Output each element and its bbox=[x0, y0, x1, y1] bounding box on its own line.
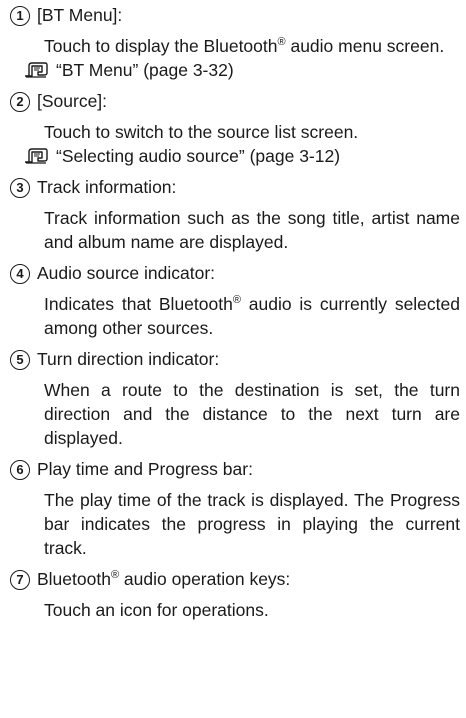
item-label: Audio source indicator: bbox=[37, 263, 216, 283]
page-reference[interactable]: “Selecting audio source” (page 3-12) bbox=[24, 144, 460, 168]
description-text: Touch to switch to the source list scree… bbox=[44, 122, 359, 142]
item-number-badge: 5 bbox=[10, 349, 30, 370]
item-description: Touch to switch to the source list scree… bbox=[44, 120, 460, 144]
manual-page: 1 [BT Menu]: Touch to display the Blueto… bbox=[0, 0, 466, 718]
item-number-badge: 1 bbox=[10, 5, 30, 26]
reference-text[interactable]: “BT Menu” (page 3-32) bbox=[56, 58, 234, 82]
item-heading: 7 Bluetooth® audio operation keys: bbox=[10, 566, 460, 593]
item-heading: 1 [BT Menu]: bbox=[10, 2, 460, 29]
label-text: audio operation keys: bbox=[119, 569, 291, 589]
reference-hand-icon bbox=[25, 62, 48, 78]
item-label: [BT Menu]: bbox=[37, 5, 123, 25]
item-number-badge: 2 bbox=[10, 91, 30, 112]
registered-mark: ® bbox=[277, 36, 286, 49]
item-label: Turn direction indicator: bbox=[37, 349, 220, 369]
list-item-bt-menu: 1 [BT Menu]: Touch to display the Blueto… bbox=[10, 2, 460, 82]
item-heading: 6 Play time and Progress bar: bbox=[10, 456, 460, 483]
item-heading: 4 Audio source indicator: bbox=[10, 260, 460, 287]
item-description: Touch an icon for operations. bbox=[44, 598, 460, 622]
item-description: Touch to display the Bluetooth® audio me… bbox=[44, 34, 460, 58]
item-description: Indicates that Bluetooth® audio is curre… bbox=[44, 292, 460, 340]
item-heading: 5 Turn direction indicator: bbox=[10, 346, 460, 373]
description-text: The play time of the track is displayed.… bbox=[44, 490, 460, 558]
item-number-badge: 7 bbox=[10, 569, 30, 590]
registered-mark: ® bbox=[110, 569, 120, 582]
reference-hand-icon bbox=[25, 148, 48, 164]
item-label: [Source]: bbox=[37, 91, 108, 111]
list-item-bt-audio-operation-keys: 7 Bluetooth® audio operation keys: Touch… bbox=[10, 566, 460, 622]
list-item-audio-source-indicator: 4 Audio source indicator: Indicates that… bbox=[10, 260, 460, 340]
list-item-source: 2 [Source]: Touch to switch to the sourc… bbox=[10, 88, 460, 168]
list-item-play-time-progress-bar: 6 Play time and Progress bar: The play t… bbox=[10, 456, 460, 560]
item-description: Track information such as the song title… bbox=[44, 206, 460, 254]
item-number-badge: 4 bbox=[10, 263, 30, 284]
page-reference[interactable]: “BT Menu” (page 3-32) bbox=[24, 58, 460, 82]
description-text: audio menu screen. bbox=[285, 36, 445, 56]
item-heading: 3 Track information: bbox=[10, 174, 460, 201]
reference-text[interactable]: “Selecting audio source” (page 3-12) bbox=[56, 144, 340, 168]
item-label: Track information: bbox=[37, 177, 177, 197]
registered-mark: ® bbox=[232, 294, 241, 307]
list-item-track-information: 3 Track information: Track information s… bbox=[10, 174, 460, 254]
item-description: The play time of the track is displayed.… bbox=[44, 488, 460, 560]
item-number-badge: 3 bbox=[10, 177, 30, 198]
item-label: Play time and Progress bar: bbox=[37, 459, 253, 479]
item-description: When a route to the destination is set, … bbox=[44, 378, 460, 450]
description-text: Touch an icon for operations. bbox=[44, 600, 269, 620]
description-text: When a route to the destination is set, … bbox=[44, 380, 460, 448]
item-label: Bluetooth® audio operation keys: bbox=[37, 566, 290, 593]
item-number-badge: 6 bbox=[10, 459, 30, 480]
item-heading: 2 [Source]: bbox=[10, 88, 460, 115]
description-text: Indicates that Bluetooth bbox=[44, 294, 233, 314]
list-item-turn-direction-indicator: 5 Turn direction indicator: When a route… bbox=[10, 346, 460, 450]
label-text: Bluetooth bbox=[37, 569, 111, 589]
description-text: Touch to display the Bluetooth bbox=[44, 36, 278, 56]
description-text: Track information such as the song title… bbox=[44, 208, 460, 252]
